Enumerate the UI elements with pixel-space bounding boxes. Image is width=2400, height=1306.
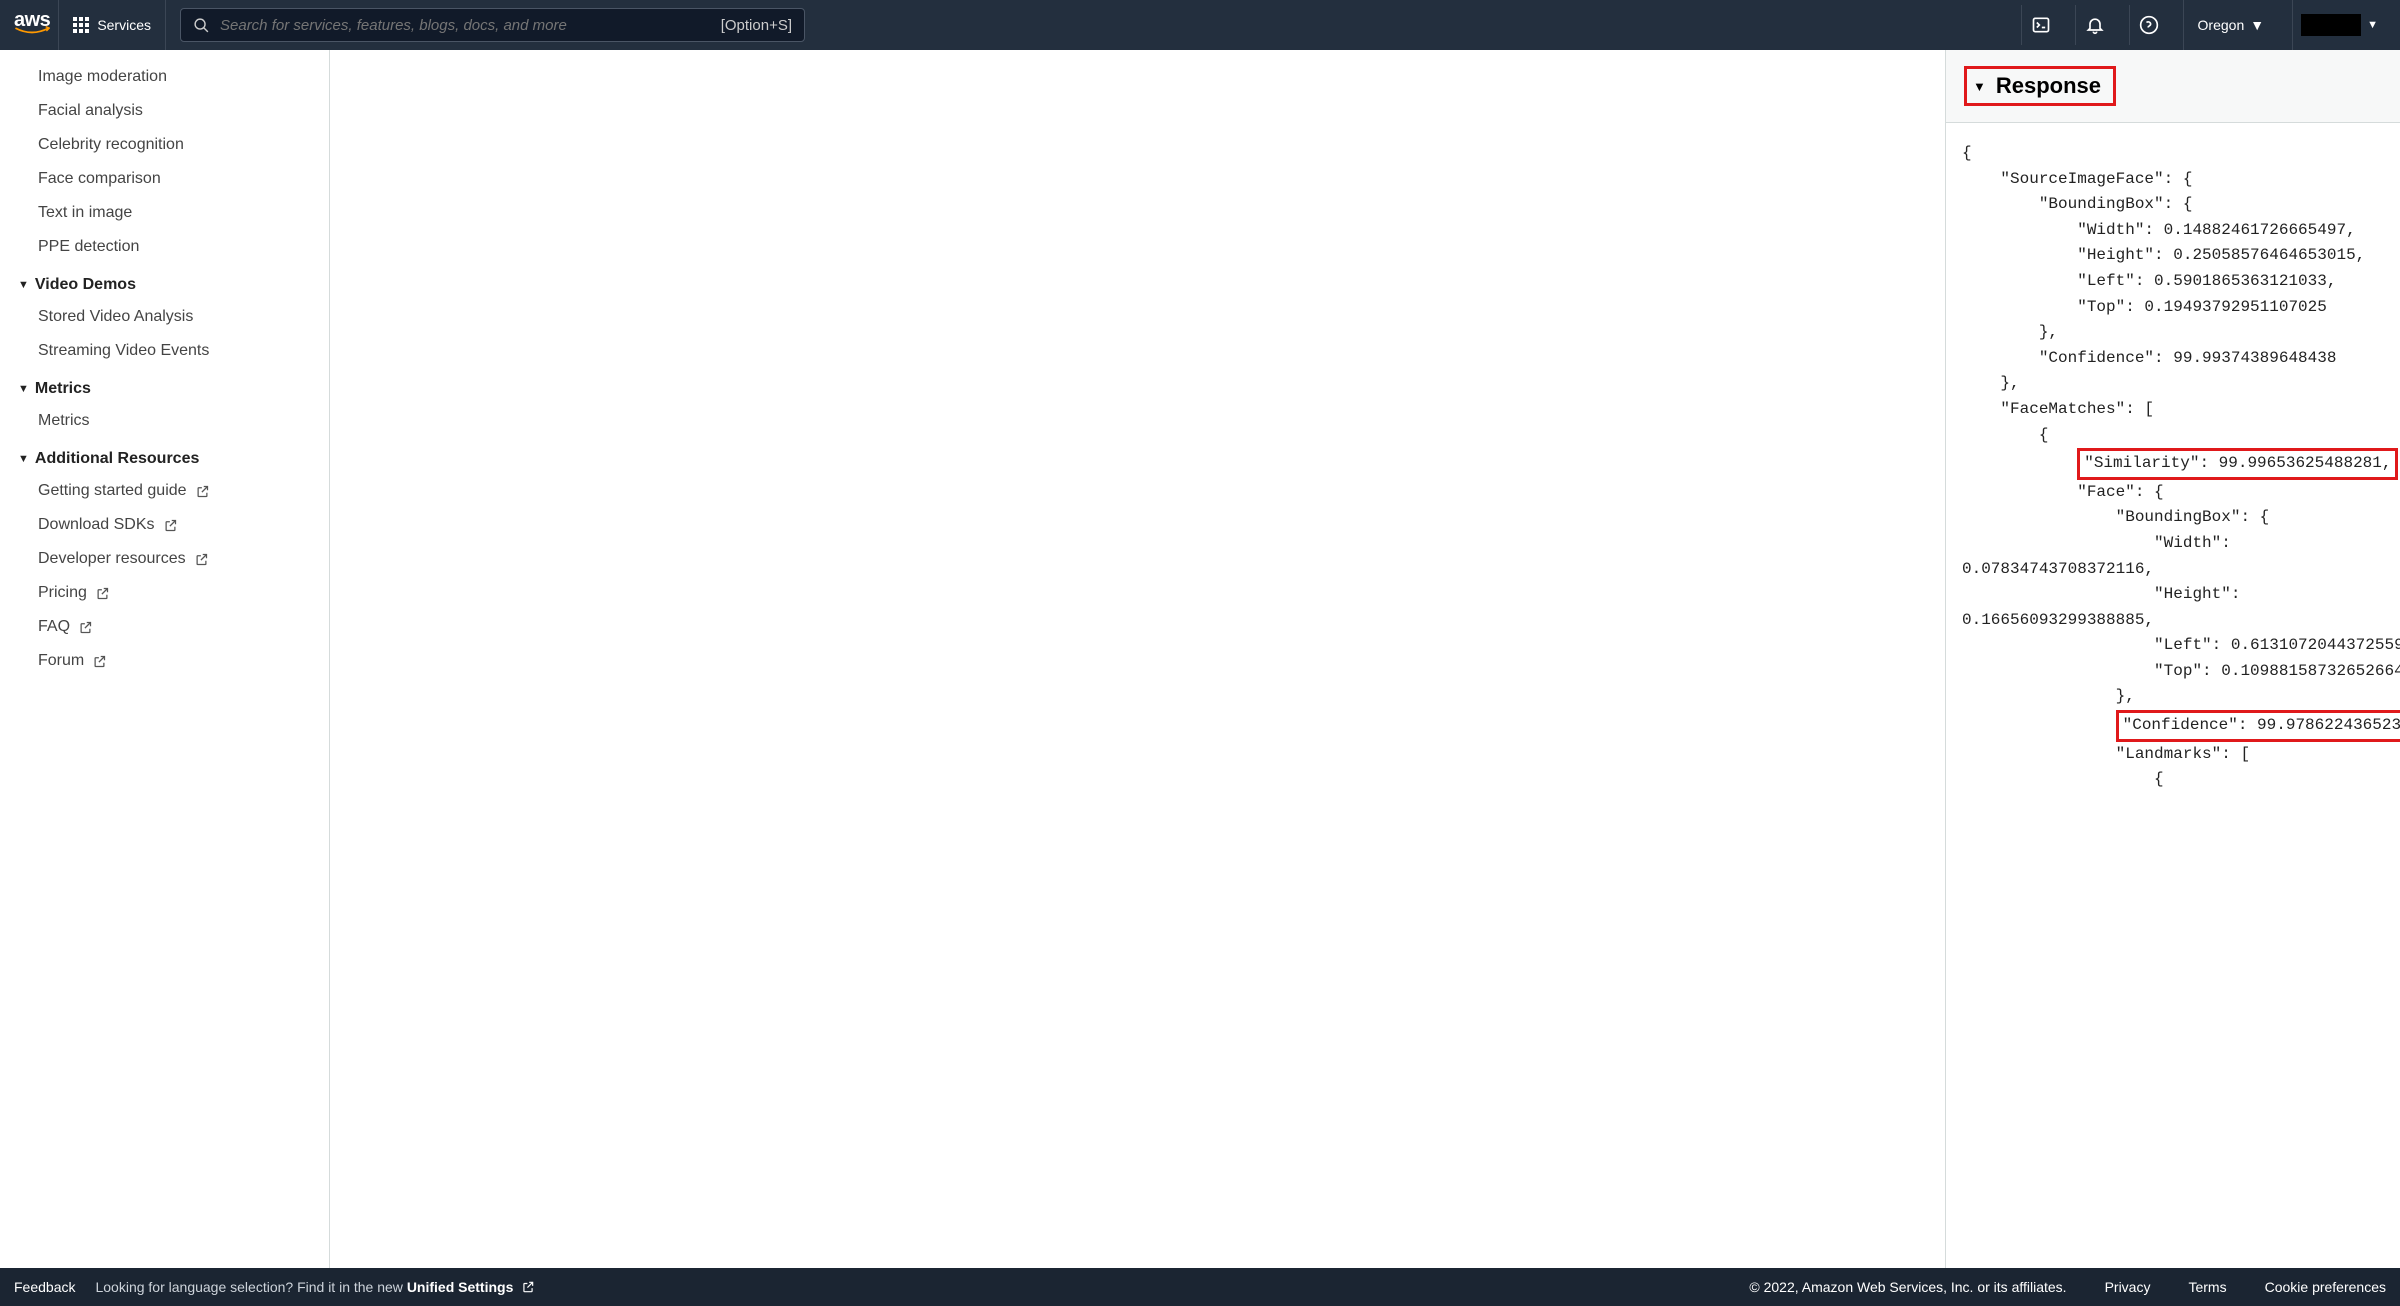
footer-bar: Feedback Looking for language selection?… [0, 1268, 2400, 1306]
external-link-icon [163, 518, 178, 533]
sidebar-item-ppe-detection[interactable]: PPE detection [0, 230, 329, 264]
highlight-confidence: "Confidence": 99.97862243652344, [2116, 710, 2400, 742]
cookie-preferences-link[interactable]: Cookie preferences [2265, 1279, 2386, 1295]
chevron-down-icon: ▼ [18, 383, 29, 395]
sidebar-item-streaming-video-events[interactable]: Streaming Video Events [0, 334, 329, 368]
sidebar-item-label: Download SDKs [38, 516, 155, 534]
external-link-icon [92, 654, 107, 669]
search-input[interactable] [220, 17, 711, 34]
region-selector[interactable]: Oregon ▼ [2183, 0, 2279, 50]
search-hint: [Option+S] [721, 17, 792, 34]
main-area: Image moderation Facial analysis Celebri… [0, 50, 2400, 1268]
response-panel: ▼ Response { "SourceImageFace": { "Bound… [1945, 50, 2400, 1268]
external-link-icon [194, 552, 209, 567]
sidebar-item-facial-analysis[interactable]: Facial analysis [0, 94, 329, 128]
copyright-text: © 2022, Amazon Web Services, Inc. or its… [1749, 1279, 2066, 1295]
sidebar-item-getting-started[interactable]: Getting started guide [0, 474, 329, 508]
sidebar-item-developer-resources[interactable]: Developer resources [0, 542, 329, 576]
section-label: Metrics [35, 380, 91, 398]
chevron-down-icon: ▼ [18, 453, 29, 465]
aws-swoosh-icon [14, 26, 50, 36]
notifications-button[interactable] [2075, 5, 2115, 45]
services-button[interactable]: Services [73, 0, 166, 50]
sidebar-item-label: Pricing [38, 584, 87, 602]
sidebar-item-image-moderation[interactable]: Image moderation [0, 60, 329, 94]
help-icon [2139, 15, 2159, 35]
region-label: Oregon [2198, 17, 2245, 33]
external-link-icon [95, 586, 110, 601]
cloudshell-button[interactable] [2021, 5, 2061, 45]
chevron-down-icon: ▼ [18, 279, 29, 291]
cloudshell-icon [2031, 15, 2051, 35]
section-label: Video Demos [35, 276, 136, 294]
account-selector[interactable]: ▼ [2292, 0, 2386, 50]
bell-icon [2085, 15, 2105, 35]
sidebar-item-celebrity-recognition[interactable]: Celebrity recognition [0, 128, 329, 162]
feedback-button[interactable]: Feedback [14, 1279, 75, 1295]
sidebar-item-faq[interactable]: FAQ [0, 610, 329, 644]
language-hint: Looking for language selection? Find it … [95, 1279, 535, 1295]
chevron-down-icon: ▼ [1973, 79, 1986, 94]
external-link-icon [195, 484, 210, 499]
sidebar-item-face-comparison[interactable]: Face comparison [0, 162, 329, 196]
sidebar-section-metrics[interactable]: ▼ Metrics [0, 368, 329, 404]
response-title: Response [1996, 73, 2101, 99]
response-json-body[interactable]: { "SourceImageFace": { "BoundingBox": { … [1946, 123, 2400, 1268]
terms-link[interactable]: Terms [2188, 1279, 2226, 1295]
search-icon [193, 17, 210, 34]
external-link-icon [521, 1280, 535, 1294]
chevron-down-icon: ▼ [2250, 17, 2264, 33]
sidebar-section-additional-resources[interactable]: ▼ Additional Resources [0, 438, 329, 474]
section-label: Additional Resources [35, 450, 199, 468]
external-link-icon [78, 620, 93, 635]
privacy-link[interactable]: Privacy [2105, 1279, 2151, 1295]
sidebar-section-video-demos[interactable]: ▼ Video Demos [0, 264, 329, 300]
sidebar-item-metrics[interactable]: Metrics [0, 404, 329, 438]
account-redacted [2301, 14, 2361, 36]
highlight-similarity: "Similarity": 99.99653625488281, [2077, 448, 2398, 480]
sidebar: Image moderation Facial analysis Celebri… [0, 50, 330, 1268]
chevron-down-icon: ▼ [2367, 19, 2378, 31]
sidebar-item-forum[interactable]: Forum [0, 644, 329, 678]
search-input-wrapper[interactable]: [Option+S] [180, 8, 805, 42]
aws-logo[interactable]: aws [14, 0, 59, 50]
sidebar-item-label: Developer resources [38, 550, 186, 568]
sidebar-item-label: Getting started guide [38, 482, 187, 500]
sidebar-item-label: Forum [38, 652, 84, 670]
services-label: Services [97, 17, 151, 33]
top-nav: aws Services [Option+S] Oregon [0, 0, 2400, 50]
sidebar-item-stored-video-analysis[interactable]: Stored Video Analysis [0, 300, 329, 334]
center-content [330, 50, 1945, 1268]
sidebar-item-label: FAQ [38, 618, 70, 636]
unified-settings-link[interactable]: Unified Settings [407, 1279, 514, 1295]
help-button[interactable] [2129, 5, 2169, 45]
sidebar-item-pricing[interactable]: Pricing [0, 576, 329, 610]
apps-grid-icon [73, 17, 89, 33]
response-header[interactable]: ▼ Response [1946, 50, 2400, 123]
sidebar-item-text-in-image[interactable]: Text in image [0, 196, 329, 230]
sidebar-item-download-sdks[interactable]: Download SDKs [0, 508, 329, 542]
